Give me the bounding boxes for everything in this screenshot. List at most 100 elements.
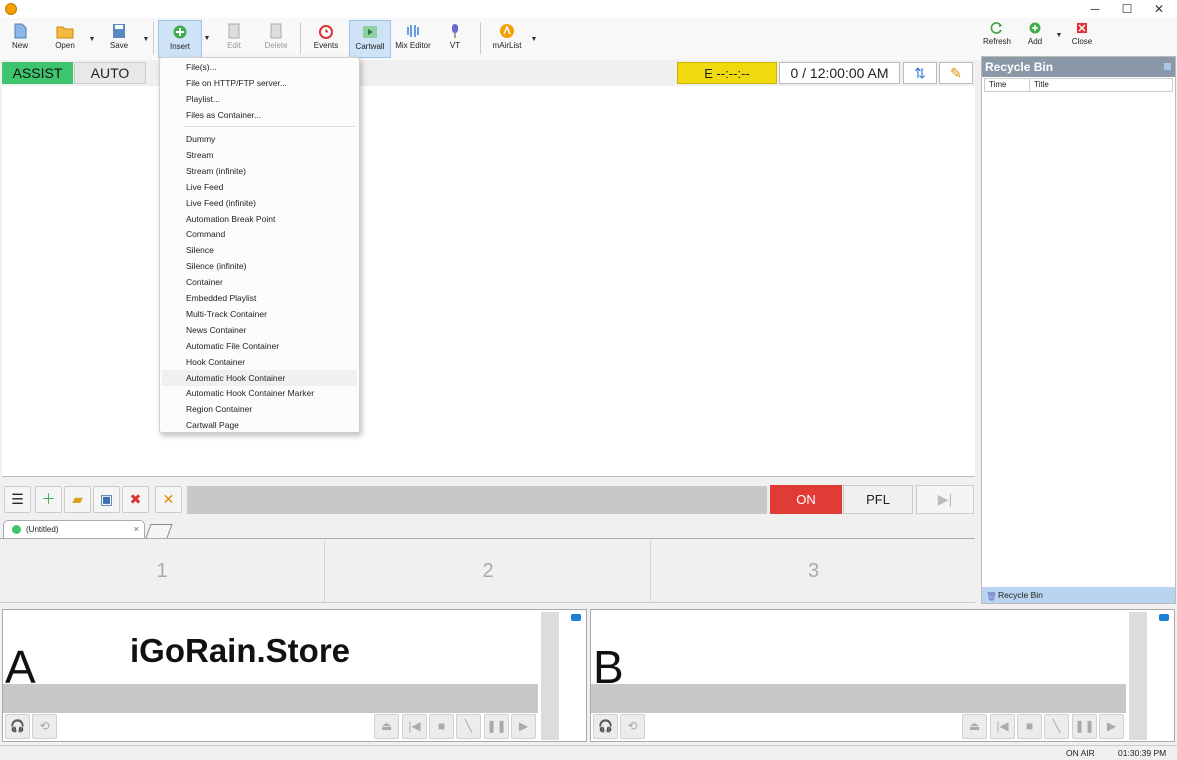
mode-assist-button[interactable]: ASSIST: [2, 62, 73, 84]
vt-button[interactable]: VT: [442, 20, 468, 58]
mairlist-logo-icon: [500, 24, 514, 38]
eject-icon: ⏏: [380, 719, 393, 733]
player-a-eject-button[interactable]: ⏏: [374, 714, 399, 739]
player-a-play-button[interactable]: ▶: [511, 714, 536, 739]
menu-item[interactable]: Automation Break Point: [162, 211, 357, 227]
close-icon[interactable]: ×: [134, 521, 139, 538]
player-b-stop-button[interactable]: ■: [1017, 714, 1042, 739]
mode-auto-button[interactable]: AUTO: [74, 62, 146, 84]
on-button[interactable]: ON: [770, 485, 842, 514]
save-button[interactable]: Save: [102, 20, 136, 58]
player-b-pfl-button[interactable]: 🎧: [593, 714, 618, 739]
recycle-bin-footer[interactable]: 🗑 Recycle Bin: [982, 587, 1175, 603]
menu-item[interactable]: Dummy: [162, 131, 357, 147]
mairlist-button[interactable]: mAirList: [487, 20, 527, 58]
window-close-button[interactable]: ✕: [1144, 1, 1174, 17]
skip-button[interactable]: ▶|: [916, 485, 974, 514]
new-button[interactable]: New: [4, 20, 36, 58]
cartwall-button[interactable]: Cartwall: [349, 20, 391, 58]
player-a-stop-button[interactable]: ■: [429, 714, 454, 739]
menu-button[interactable]: ☰: [4, 486, 31, 513]
new-cart-button[interactable]: ＋: [35, 486, 62, 513]
insert-dropdown-icon[interactable]: ▼: [202, 20, 212, 58]
menu-item[interactable]: Multi-Track Container: [162, 306, 357, 322]
column-time[interactable]: Time: [984, 78, 1030, 92]
player-a-restart-button[interactable]: |◀: [402, 714, 427, 739]
player-b-loop-button[interactable]: ⟲: [620, 714, 645, 739]
menu-item[interactable]: Embedded Playlist: [162, 290, 357, 306]
insert-menu: File(s)... File on HTTP/FTP server... Play…: [159, 57, 360, 433]
stop-icon: ■: [1025, 719, 1034, 733]
menu-item[interactable]: Automatic File Container: [162, 338, 357, 354]
player-b-eject-button[interactable]: ⏏: [962, 714, 987, 739]
player-b-fade-button[interactable]: ╲: [1044, 714, 1069, 739]
menu-item[interactable]: File(s)...: [162, 59, 357, 75]
menu-item[interactable]: Playlist...: [162, 91, 357, 107]
menu-item[interactable]: Live Feed: [162, 179, 357, 195]
menu-item[interactable]: Files as Container...: [162, 107, 357, 123]
player-a-loop-button[interactable]: ⟲: [32, 714, 57, 739]
menu-item[interactable]: Live Feed (infinite): [162, 195, 357, 211]
menu-item[interactable]: Stream (infinite): [162, 163, 357, 179]
pfl-button[interactable]: PFL: [843, 485, 913, 514]
minimize-button[interactable]: ─: [1080, 1, 1110, 17]
new-page-icon: ＋: [41, 491, 56, 507]
edit-pencil-button[interactable]: ✎: [939, 62, 973, 84]
menu-item[interactable]: Container: [162, 274, 357, 290]
mairlist-dropdown-icon[interactable]: ▼: [530, 36, 538, 44]
cart-slot-3[interactable]: 3: [651, 540, 976, 603]
edit-button[interactable]: Edit: [219, 20, 249, 58]
cart-slot-2[interactable]: 2: [326, 540, 651, 603]
player-b-progress[interactable]: [591, 684, 1126, 713]
menu-item[interactable]: Silence (infinite): [162, 258, 357, 274]
cart-slot-1[interactable]: 1: [0, 540, 325, 603]
player-b-restart-button[interactable]: |◀: [990, 714, 1015, 739]
menu-item[interactable]: File on HTTP/FTP server...: [162, 75, 357, 91]
open-dropdown-icon[interactable]: ▼: [88, 36, 96, 44]
pin-icon[interactable]: [1164, 63, 1171, 70]
refresh-button[interactable]: Refresh: [982, 18, 1012, 56]
close-cart-button[interactable]: ✖: [122, 486, 149, 513]
mix-editor-button[interactable]: Mix Editor: [393, 20, 433, 58]
player-a-fade-button[interactable]: ╲: [456, 714, 481, 739]
recycle-bin-title: Recycle Bin: [982, 57, 1175, 77]
menu-item[interactable]: Silence: [162, 242, 357, 258]
add-button[interactable]: Add: [1024, 18, 1046, 56]
menu-item[interactable]: Region Container: [162, 401, 357, 417]
delete-button[interactable]: Delete: [260, 20, 292, 58]
open-button[interactable]: Open: [48, 20, 82, 58]
player-a-pause-button[interactable]: ❚❚: [484, 714, 509, 739]
player-a-pfl-button[interactable]: 🎧: [5, 714, 30, 739]
save-label: Save: [109, 41, 129, 50]
menu-item[interactable]: Cartwall Page: [162, 417, 357, 433]
alarm-clock-icon: [319, 25, 333, 39]
player-a-flag-icon: [571, 614, 581, 621]
player-b-play-button[interactable]: ▶: [1099, 714, 1124, 739]
player-b-pause-button[interactable]: ❚❚: [1072, 714, 1097, 739]
save-cart-button[interactable]: ▣: [93, 486, 120, 513]
menu-item[interactable]: Hook Container: [162, 354, 357, 370]
menu-item[interactable]: News Container: [162, 322, 357, 338]
close-red-icon: ✖: [129, 491, 142, 507]
menu-item[interactable]: Command: [162, 226, 357, 242]
playlist-area[interactable]: [2, 86, 975, 477]
column-title[interactable]: Title: [1029, 78, 1173, 92]
menu-item[interactable]: Stream: [162, 147, 357, 163]
delete-icon: [270, 23, 282, 39]
save-dropdown-icon[interactable]: ▼: [142, 36, 150, 44]
open-cart-button[interactable]: ▰: [64, 486, 91, 513]
tools-button[interactable]: ✕: [155, 486, 182, 513]
mairlist-label: mAirList: [492, 41, 522, 50]
new-tab-button[interactable]: [145, 524, 173, 538]
player-a-progress[interactable]: [3, 684, 538, 713]
tab-untitled[interactable]: (Untitled) ×: [3, 520, 145, 538]
add-dropdown-icon[interactable]: ▼: [1055, 32, 1063, 40]
menu-item[interactable]: Automatic Hook Container: [162, 369, 357, 386]
maximize-button[interactable]: ☐: [1112, 1, 1142, 17]
events-button[interactable]: Events: [308, 20, 344, 58]
cart-info-bar: [187, 486, 767, 514]
insert-button[interactable]: Insert: [158, 20, 202, 58]
close-recycle-button[interactable]: Close: [1068, 18, 1096, 56]
sort-button[interactable]: ⇅: [903, 62, 937, 84]
menu-item[interactable]: Automatic Hook Container Marker: [162, 385, 357, 401]
